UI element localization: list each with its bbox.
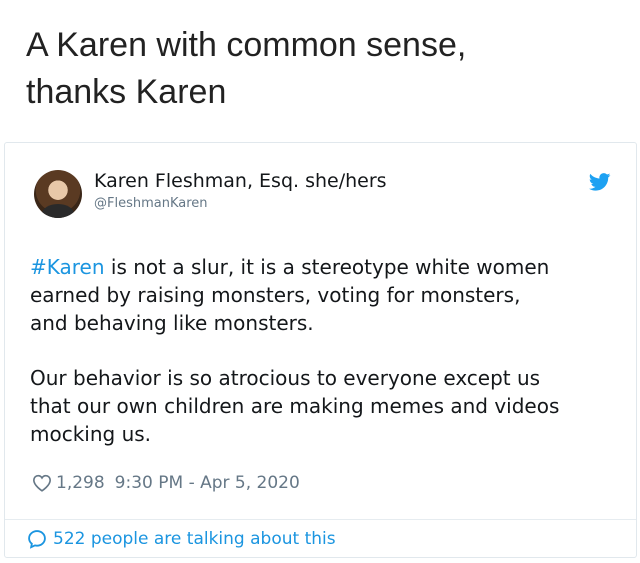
tweet-text-line: Our behavior is so atrocious to everyone… <box>30 366 541 390</box>
talking-about-link[interactable]: 522 people are talking about this <box>27 529 336 549</box>
avatar-shoulders <box>42 204 74 218</box>
like-count[interactable]: 1,298 <box>56 473 105 493</box>
headline-line-2: thanks Karen <box>26 73 227 111</box>
headline: A Karen with common sense, thanks Karen <box>26 22 616 116</box>
embedded-tweet-card[interactable]: Karen Fleshman, Esq. she/hers @FleshmanK… <box>4 142 637 558</box>
author-name[interactable]: Karen Fleshman, Esq. she/hers <box>94 170 387 192</box>
tweet-paragraph-1: #Karen is not a slur, it is a stereotype… <box>30 253 620 337</box>
tweet-meta: 1,298 9:30 PM - Apr 5, 2020 <box>32 473 300 493</box>
tweet-text-line: that our own children are making memes a… <box>30 394 560 418</box>
speech-bubble-icon <box>28 530 46 549</box>
tweet-text-line: and behaving like monsters. <box>30 311 314 335</box>
talking-about-label[interactable]: 522 people are talking about this <box>53 529 336 549</box>
author-avatar[interactable] <box>34 170 82 218</box>
tweet-timestamp[interactable]: 9:30 PM - Apr 5, 2020 <box>115 473 300 493</box>
tweet-paragraph-2: Our behavior is so atrocious to everyone… <box>30 364 620 448</box>
tweet-text-line: is not a slur, it is a stereotype white … <box>104 255 550 279</box>
tweet-text-line: mocking us. <box>30 422 152 446</box>
tweet-text-line: earned by raising monsters, voting for m… <box>30 283 521 307</box>
headline-line-1: A Karen with common sense, <box>26 26 467 64</box>
tweet-text: #Karen is not a slur, it is a stereotype… <box>30 253 620 475</box>
card-divider <box>5 519 636 520</box>
hashtag-link[interactable]: #Karen <box>30 255 105 279</box>
author-handle[interactable]: @FleshmanKaren <box>94 196 208 211</box>
heart-icon[interactable] <box>32 474 52 492</box>
twitter-bird-icon[interactable] <box>589 173 611 191</box>
